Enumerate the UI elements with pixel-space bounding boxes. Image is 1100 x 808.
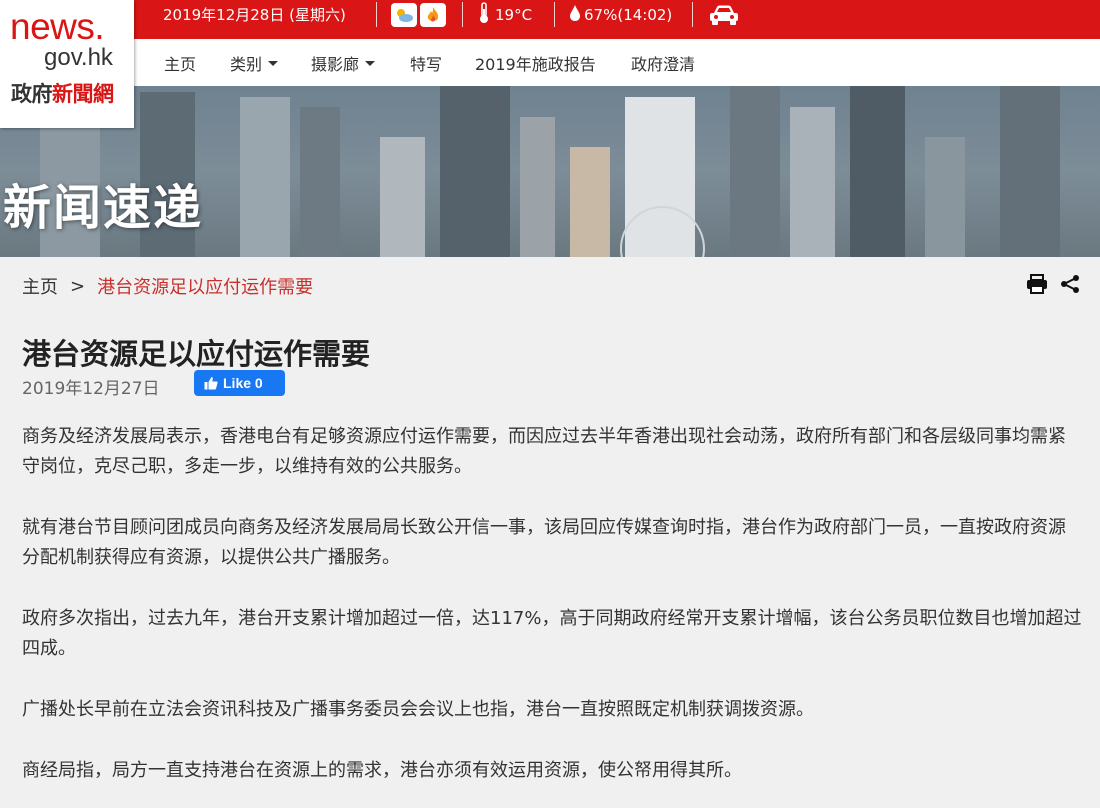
logo-line-2: gov.hk (44, 44, 113, 71)
article-tools (1026, 274, 1080, 298)
nav-item-clarifications[interactable]: 政府澄清 (631, 39, 695, 86)
logo-line-3-part-1: 政府 (11, 82, 53, 106)
skyline-building (520, 117, 555, 257)
logo-line-3-part-2: 新聞網 (52, 82, 114, 106)
weather-icons[interactable] (391, 0, 449, 29)
nav-item-gallery[interactable]: 摄影廊 (311, 39, 376, 86)
nav-item-home[interactable]: 主页 (164, 39, 196, 86)
car-icon[interactable] (708, 0, 740, 29)
caret-down-icon (365, 61, 376, 66)
nav-item-policy-address[interactable]: 2019年施政报告 (475, 39, 596, 86)
like-label: Like 0 (223, 375, 263, 391)
skyline-building (440, 86, 510, 257)
article-paragraph: 广播处长早前在立法会资讯科技及广播事务委员会会议上也指，港台一直按照既定机制获调… (22, 699, 814, 720)
logo-line-3: 政府新聞網 (11, 78, 114, 108)
print-icon[interactable] (1026, 274, 1048, 298)
facebook-like-button[interactable]: Like 0 (194, 370, 285, 396)
skyline-building (850, 86, 905, 257)
divider (376, 2, 377, 27)
article-paragraph: 商经局指，局方一直支持港台在资源上的需求，港台亦须有效运用资源，使公帑用得其所。 (22, 760, 742, 781)
temperature-display[interactable]: 19°C (478, 0, 532, 29)
temperature-value: 19°C (495, 5, 533, 24)
skyline-building (925, 137, 965, 257)
breadcrumb: 主页 > 港台资源足以应付运作需要 (22, 273, 313, 299)
nav-item-category[interactable]: 类别 (230, 39, 279, 86)
skyline-building (570, 147, 610, 257)
breadcrumb-separator: > (70, 275, 86, 297)
divider (462, 2, 463, 27)
logo-line-1: news. (10, 6, 105, 47)
share-icon[interactable] (1060, 274, 1080, 298)
site-logo[interactable]: news. gov.hk 政府新聞網 (0, 0, 134, 128)
sun-cloud-icon (391, 2, 417, 27)
breadcrumb-current: 港台资源足以应付运作需要 (97, 277, 314, 298)
article-paragraph: 商务及经济发展局表示，香港电台有足够资源应付运作需要，而因应过去半年香港出现社会… (22, 426, 1066, 477)
main-nav: 主页 类别 摄影廊 特写 2019年施政报告 政府澄清 (0, 39, 1100, 86)
skyline-building (240, 97, 290, 257)
skyline-building (790, 107, 835, 257)
article-date: 2019年12月27日 (22, 379, 160, 399)
breadcrumb-home[interactable]: 主页 (22, 273, 58, 299)
skyline-building (300, 107, 340, 257)
humidity-value: 67%(14:02) (584, 5, 673, 24)
thumbs-up-icon (204, 377, 218, 390)
banner-title: 新闻速递 (3, 180, 204, 236)
caret-down-icon (268, 61, 279, 66)
skyline-building (730, 86, 780, 257)
hero-banner: 新闻速递 (0, 86, 1100, 257)
divider (692, 2, 693, 27)
article-paragraph: 就有港台节目顾问团成员向商务及经济发展局局长致公开信一事，该局回应传媒查询时指，… (22, 517, 1066, 568)
humidity-display[interactable]: 67%(14:02) (569, 0, 672, 29)
skyline-building (1000, 86, 1060, 257)
nav-item-features[interactable]: 特写 (410, 39, 442, 86)
date-text: 2019年12月28日 (星期六) (163, 6, 346, 24)
top-info-bar: 2019年12月28日 (星期六) 19°C 67%(14:02) (0, 0, 1100, 39)
article-title: 港台资源足以应付运作需要 (22, 337, 371, 371)
fire-icon (420, 2, 446, 27)
divider (554, 2, 555, 27)
thermometer-icon (478, 1, 490, 28)
article-paragraph: 政府多次指出，过去九年，港台开支累计增加超过一倍，达117%，高于同期政府经常开… (22, 608, 1082, 659)
skyline-building (380, 137, 425, 257)
droplet-icon (569, 4, 581, 26)
